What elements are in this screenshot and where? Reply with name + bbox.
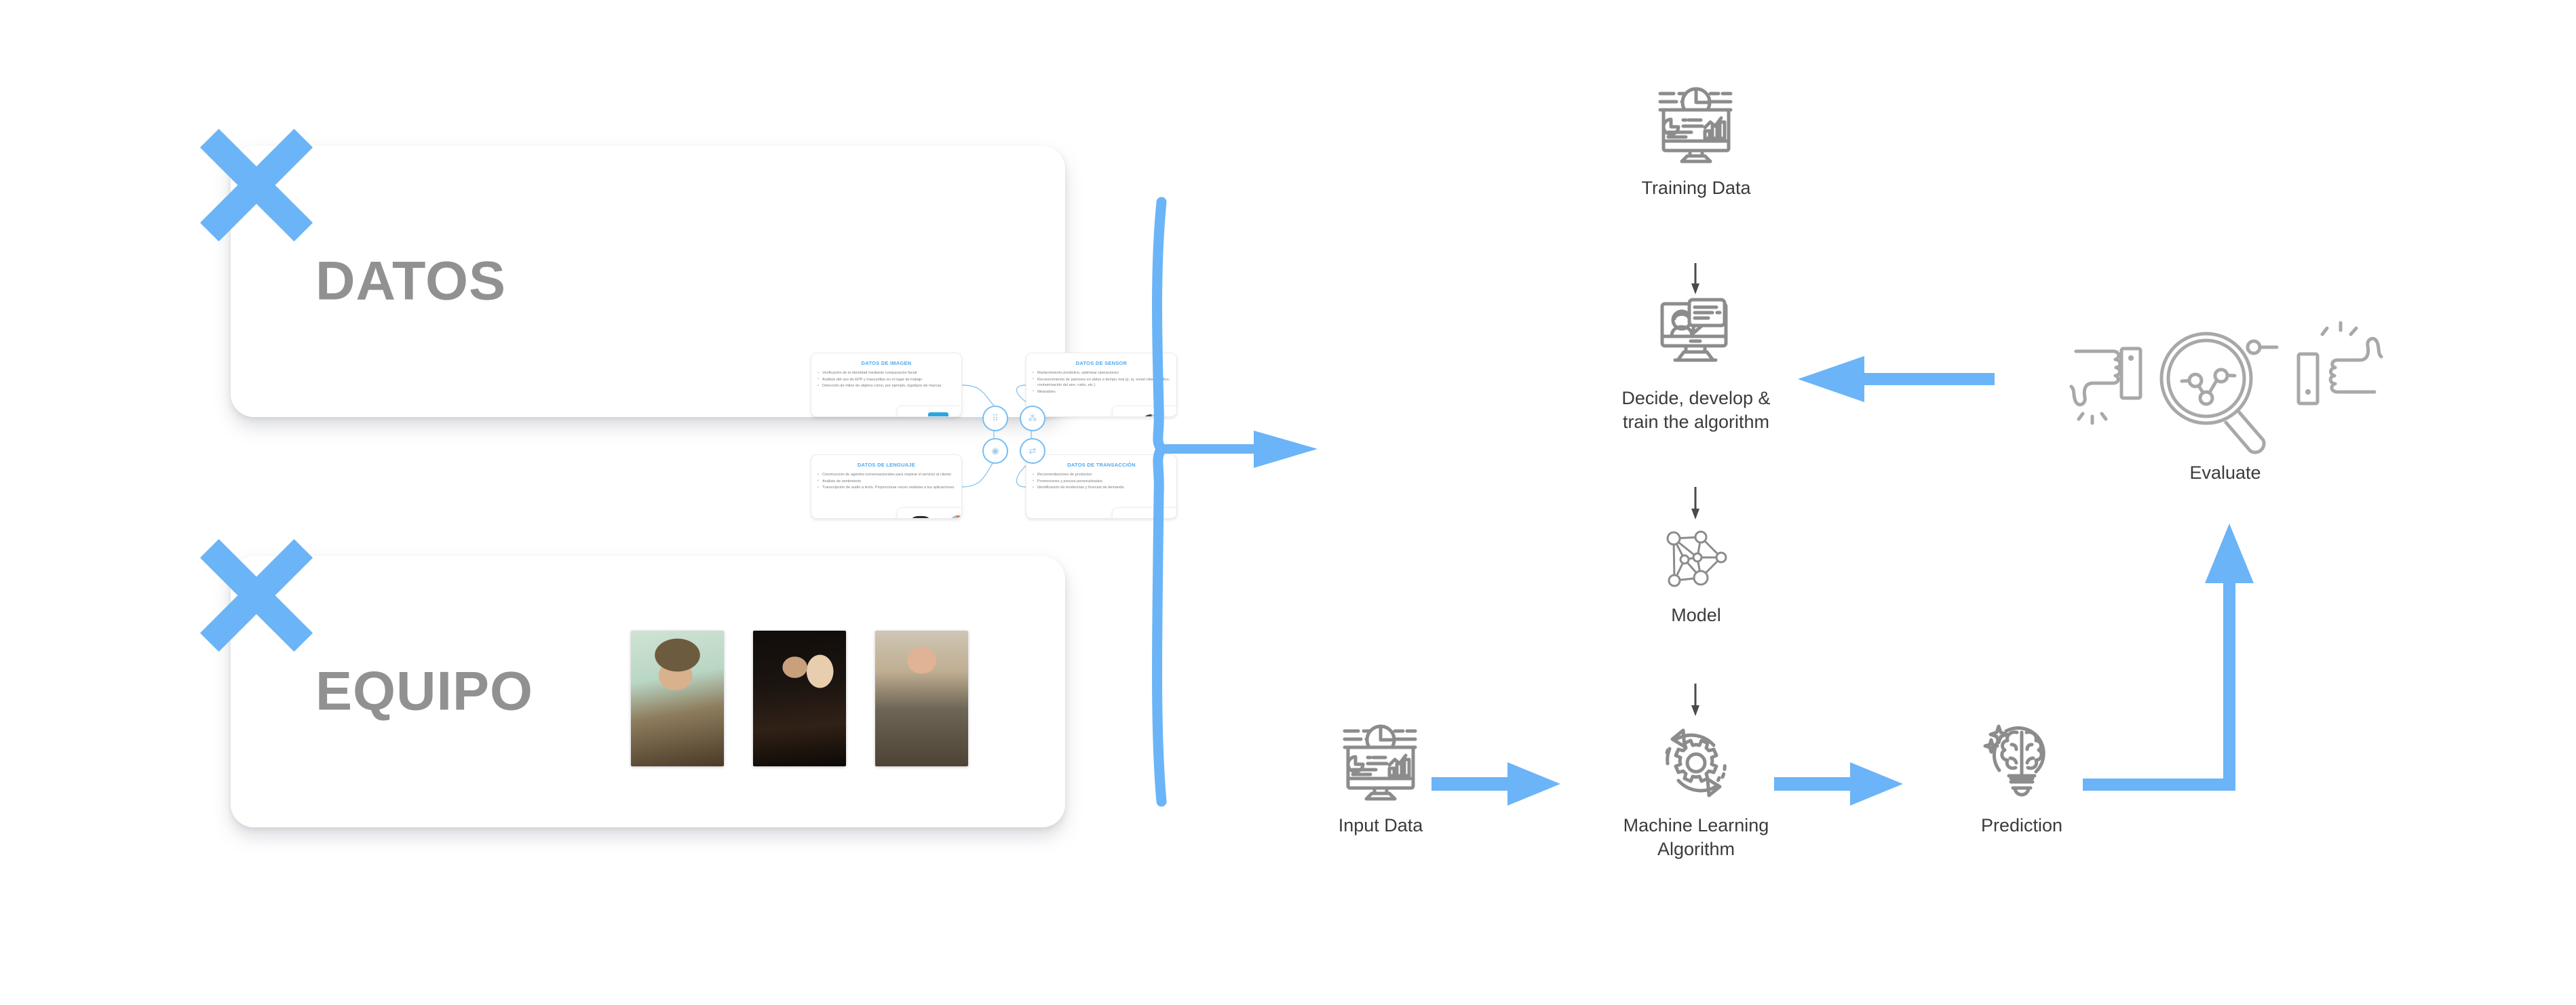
node-evaluate-label: Evaluate [2189,462,2261,483]
mini-card-lenguaje-bullets: Construcción de agentes conversacionales… [818,472,955,491]
arrow-decide-to-model [1691,487,1699,519]
list-item: Detección de miles de objetos como, por … [818,383,955,389]
mini-card-imagen-logos: ✤ ▧ ⚕ [897,406,961,416]
dashboard-monitor-icon [1658,87,1733,163]
card-equipo-title: EQUIPO [315,661,534,722]
neural-network-graph-icon [1666,530,1727,587]
blue-tile-logo-icon: ▧ [927,412,948,416]
chip-hub-icon: ◉ [982,438,1008,464]
list-item: Transcripción de audio a texto. Proporci… [818,485,955,491]
right-arrow-icon [1161,431,1318,468]
team-photo-2 [753,631,846,766]
dashboard-monitor-icon [1343,724,1417,801]
node-ml-algorithm[interactable]: Machine Learning Algorithm [1560,719,1832,861]
google-photos-logo-icon: ✤ [904,412,922,416]
person-monitor-chat-icon [1660,298,1728,362]
node-decide-develop[interactable]: Decide, develop & train the algorithm [1560,292,1832,433]
mini-card-lenguaje: DATOS DE LENGUAJE Construcción de agente… [811,454,962,519]
card-datos: DATOS DATOS DE IMAGEN Verificación de la… [231,146,1177,519]
mini-card-lenguaje-logos [897,507,961,518]
exchange-hub-icon: ⇄ [1020,438,1045,464]
equipo-photo-row [631,631,984,766]
gear-refresh-icon [1665,728,1727,797]
node-prediction-label: Prediction [1980,815,2063,835]
mini-card-imagen-bullets: Verificación de la identidad mediante co… [818,370,955,389]
node-input-data[interactable]: Input Data [1269,719,1493,838]
mini-card-imagen-heading: DATOS DE IMAGEN [861,360,912,366]
node-model-label: Model [1671,605,1721,625]
share-hub-icon: ⁂ [1020,406,1045,431]
node-input-data-label: Input Data [1338,815,1423,835]
network-hub-icon: ⠿ [982,406,1008,431]
canvas: DATOS DATOS DE IMAGEN Verificación de la… [0,0,2576,1005]
x-mark-icon-equipo [197,536,315,654]
thumbs-down-magnifier-thumbs-up-icon [2069,321,2383,454]
list-item: Análisis de sentimiento [818,478,955,485]
node-ml-algorithm-label: Machine Learning Algorithm [1623,815,1769,859]
smart-speaker-photo-icon [909,516,932,518]
team-photo-1 [631,631,724,766]
node-model[interactable]: Model [1581,522,1811,627]
team-photo-3 [875,631,968,766]
x-mark-icon-datos [197,125,315,244]
arrow-training-to-decide [1691,263,1699,294]
red-marker-logo-icon: ⚕ [955,412,961,416]
node-evaluate[interactable]: Evaluate [2056,319,2395,485]
list-item: Construcción de agentes conversacionales… [818,472,955,478]
card-datos-title: DATOS [315,250,507,312]
mini-card-lenguaje-heading: DATOS DE LENGUAJE [857,462,916,468]
brain-bulb-icon [1983,724,2045,797]
list-item: Análisis del uso de EPP y mascarillas en… [818,376,955,383]
list-item: Verificación de la identidad mediante co… [818,370,955,376]
node-training-data-label: Training Data [1641,178,1751,198]
arrow-model-to-mlalgo [1691,684,1699,716]
node-prediction[interactable]: Prediction [1913,719,2130,838]
mini-card-imagen: DATOS DE IMAGEN Verificación de la ident… [811,353,962,417]
node-decide-develop-label: Decide, develop & train the algorithm [1621,388,1771,432]
node-training-data[interactable]: Training Data [1567,81,1825,200]
